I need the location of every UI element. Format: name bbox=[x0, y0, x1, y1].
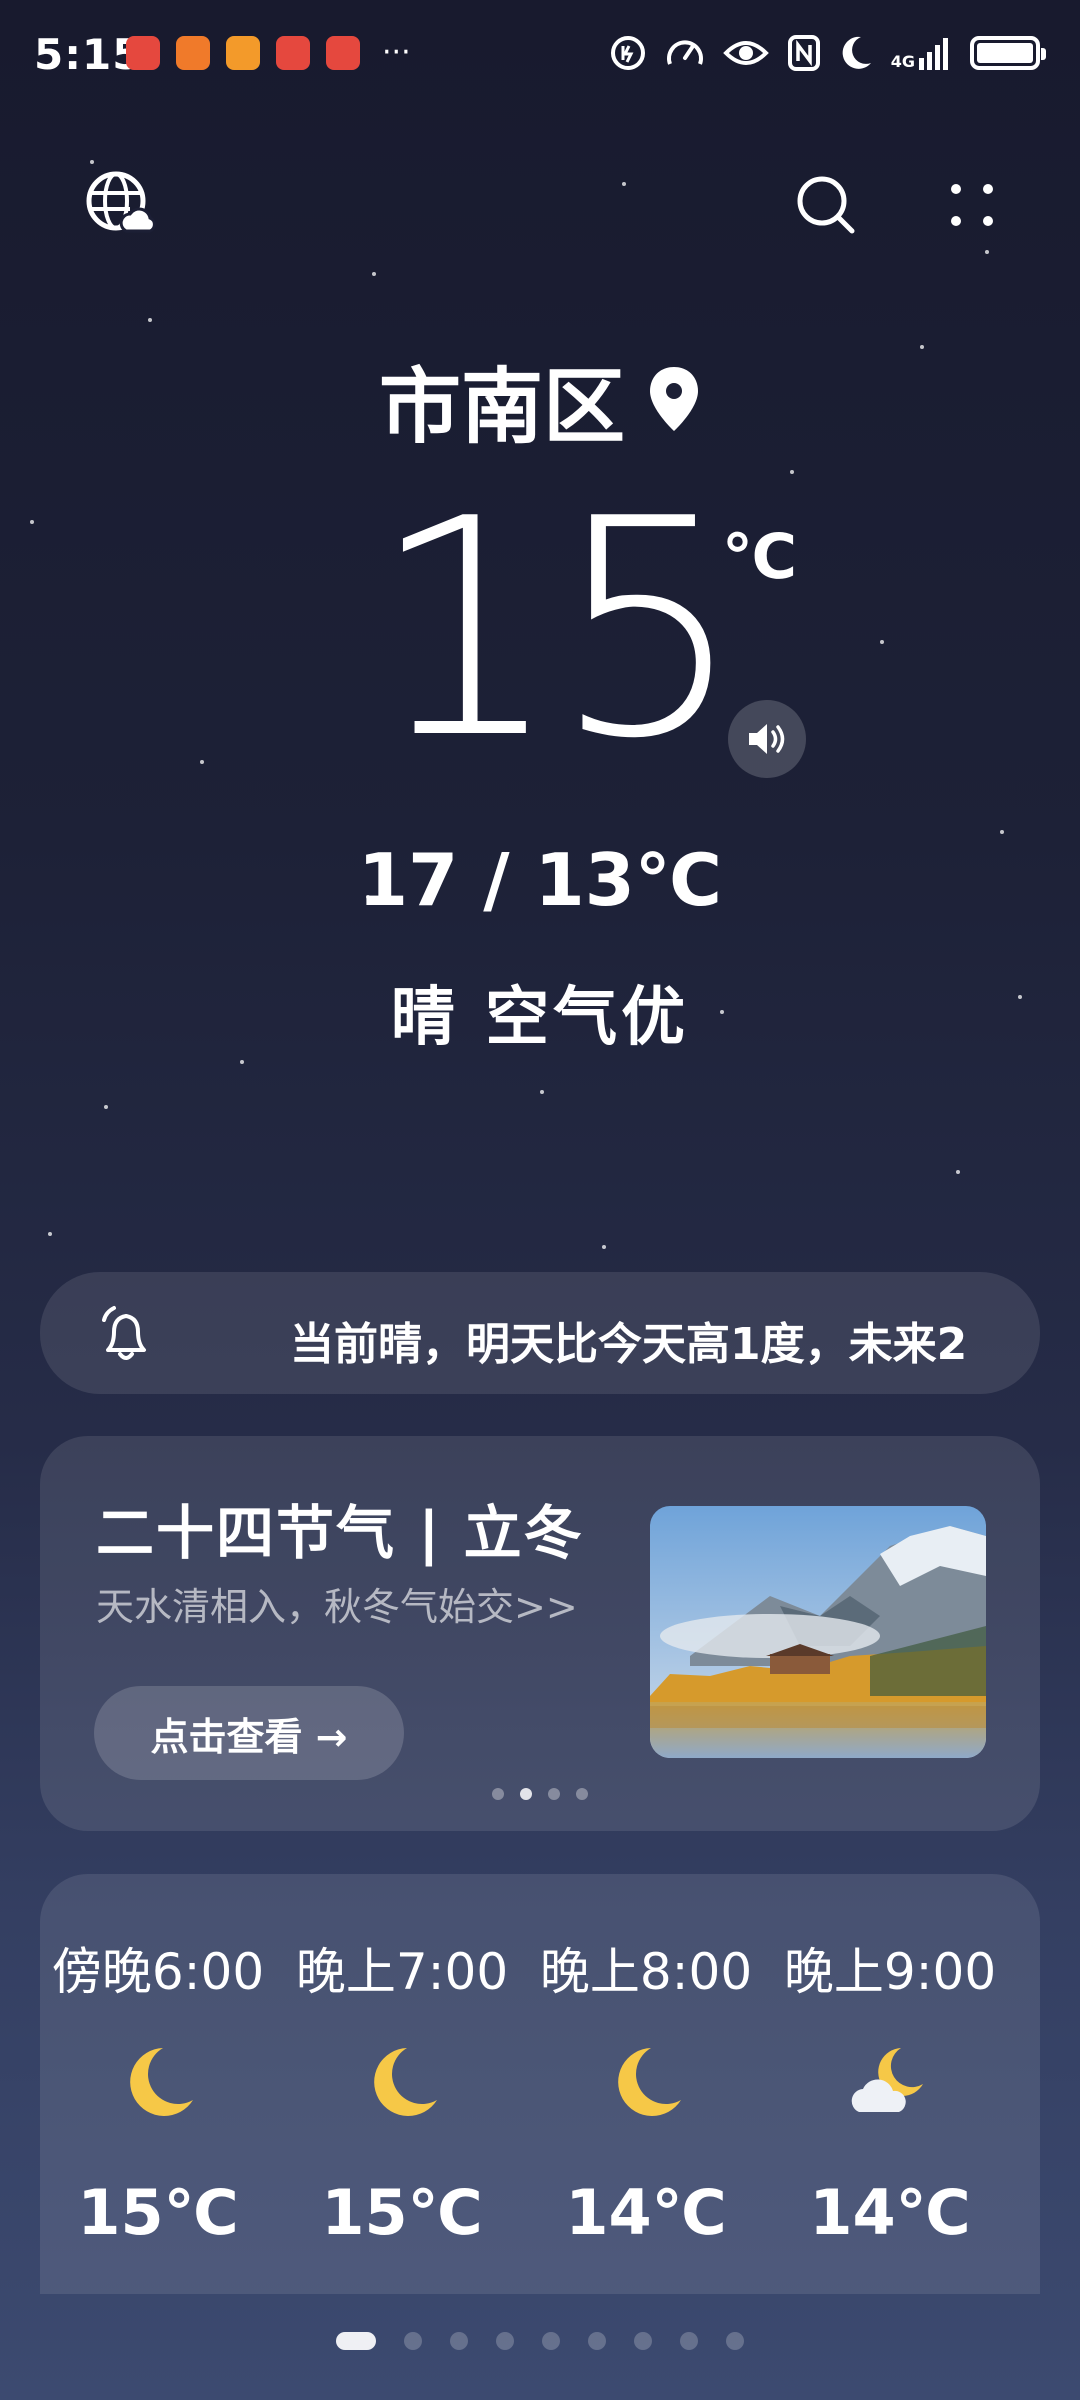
search-icon bbox=[797, 176, 855, 234]
battery-icon bbox=[970, 36, 1046, 70]
temperature-range: 17 / 13℃ bbox=[357, 838, 722, 922]
weather-alert-ticker[interactable]: 当前晴，明天比今天高1度，未来2 bbox=[40, 1272, 1040, 1394]
hour-label: 晚上9:00 bbox=[783, 1943, 997, 2001]
app-icon-c bbox=[226, 36, 260, 70]
hour-label: 傍晚6:00 bbox=[51, 1943, 265, 2001]
page-dot[interactable] bbox=[496, 2332, 514, 2350]
temperature-unit: ℃ bbox=[722, 520, 798, 593]
app-icon-e bbox=[326, 36, 360, 70]
moon-icon bbox=[618, 2048, 681, 2116]
landscape-lake-image bbox=[650, 1506, 986, 1758]
system-icons: 4G bbox=[609, 34, 1046, 72]
page-dot[interactable] bbox=[542, 2332, 560, 2350]
hourly-forecast[interactable]: 傍晚6:00 15℃ 晚上7:00 15℃ 晚上8:00 14℃ 晚上9:00 … bbox=[40, 1874, 1040, 2294]
card-pager-dot bbox=[548, 1788, 560, 1800]
location-pin-icon bbox=[650, 366, 698, 431]
moon-icon bbox=[374, 2048, 437, 2116]
hour-temp: 15℃ bbox=[321, 2176, 483, 2249]
notification-icons: ··· bbox=[126, 36, 411, 70]
page-dot[interactable] bbox=[680, 2332, 698, 2350]
card-pager-dot bbox=[492, 1788, 504, 1800]
app-icon-b bbox=[176, 36, 210, 70]
hourly-item[interactable]: 傍晚6:00 15℃ bbox=[40, 1932, 280, 2249]
status-bar: 5:15 ··· 4G bbox=[0, 0, 1080, 115]
moon-cloud-icon bbox=[851, 2048, 923, 2112]
card-pager-dot bbox=[520, 1788, 532, 1800]
do-not-disturb-moon-icon bbox=[842, 36, 871, 69]
eye-icon bbox=[722, 41, 769, 65]
city-name: 市南区 bbox=[378, 360, 625, 455]
more-dots-icon bbox=[951, 184, 993, 226]
app-icon-d bbox=[276, 36, 310, 70]
page-dot[interactable] bbox=[634, 2332, 652, 2350]
alarm-bell-icon bbox=[102, 1306, 146, 1360]
moon-icon bbox=[130, 2048, 193, 2116]
page-dot[interactable] bbox=[404, 2332, 422, 2350]
view-details-button[interactable]: 点击查看 → bbox=[94, 1686, 404, 1780]
voice-broadcast-button[interactable] bbox=[728, 700, 806, 778]
location-header[interactable]: 市南区 bbox=[0, 340, 1080, 459]
page-dot[interactable] bbox=[726, 2332, 744, 2350]
hour-temp: 14℃ bbox=[565, 2176, 727, 2249]
more-notifications-icon: ··· bbox=[382, 35, 411, 70]
nfc-icon bbox=[787, 35, 820, 71]
more-options-button[interactable] bbox=[932, 165, 1012, 245]
signal-group: 4G bbox=[891, 36, 952, 70]
card-pager bbox=[492, 1788, 588, 1800]
view-details-label: 点击查看 → bbox=[150, 1714, 348, 1759]
hour-label: 晚上8:00 bbox=[539, 1943, 753, 2001]
weather-condition[interactable]: 晴 空气优 bbox=[0, 966, 1080, 1058]
hourly-item[interactable]: 晚上9:00 14℃ bbox=[768, 1932, 1012, 2249]
solar-term-title: 二十四节气 | 立冬 bbox=[96, 1499, 584, 1567]
card-pager-dot bbox=[576, 1788, 588, 1800]
hour-temp: 15℃ bbox=[77, 2176, 239, 2249]
page-dot[interactable] bbox=[450, 2332, 468, 2350]
speaker-icon bbox=[749, 724, 785, 754]
city-management-button[interactable] bbox=[80, 165, 160, 245]
page-indicator bbox=[0, 2332, 1080, 2350]
hourly-item[interactable]: 晚上7:00 15℃ bbox=[280, 1932, 524, 2249]
ticker-message: 当前晴，明天比今天高1度，未来2 bbox=[290, 1319, 968, 1370]
solar-term-image bbox=[650, 1506, 986, 1758]
solar-term-subtitle[interactable]: 天水清相入，秋冬气始交>> bbox=[96, 1576, 578, 1631]
page-dot[interactable] bbox=[588, 2332, 606, 2350]
search-button[interactable] bbox=[786, 165, 866, 245]
network-type: 4G bbox=[890, 52, 915, 71]
page-dot[interactable] bbox=[336, 2332, 376, 2350]
hour-temp: 14℃ bbox=[809, 2176, 971, 2249]
hour-label: 晚上7:00 bbox=[295, 1943, 509, 2001]
app-icon-a bbox=[126, 36, 160, 70]
signal-icon bbox=[919, 38, 948, 70]
data-saver-icon bbox=[610, 36, 645, 70]
hourly-item[interactable]: 晚上8:00 14℃ bbox=[524, 1932, 768, 2249]
speedometer-icon bbox=[666, 40, 703, 65]
current-temperature: 15 bbox=[370, 455, 744, 804]
globe-cloud-icon bbox=[86, 171, 156, 233]
solar-term-card[interactable]: 二十四节气 | 立冬 天水清相入，秋冬气始交>> 点击查看 → bbox=[40, 1436, 1040, 1831]
